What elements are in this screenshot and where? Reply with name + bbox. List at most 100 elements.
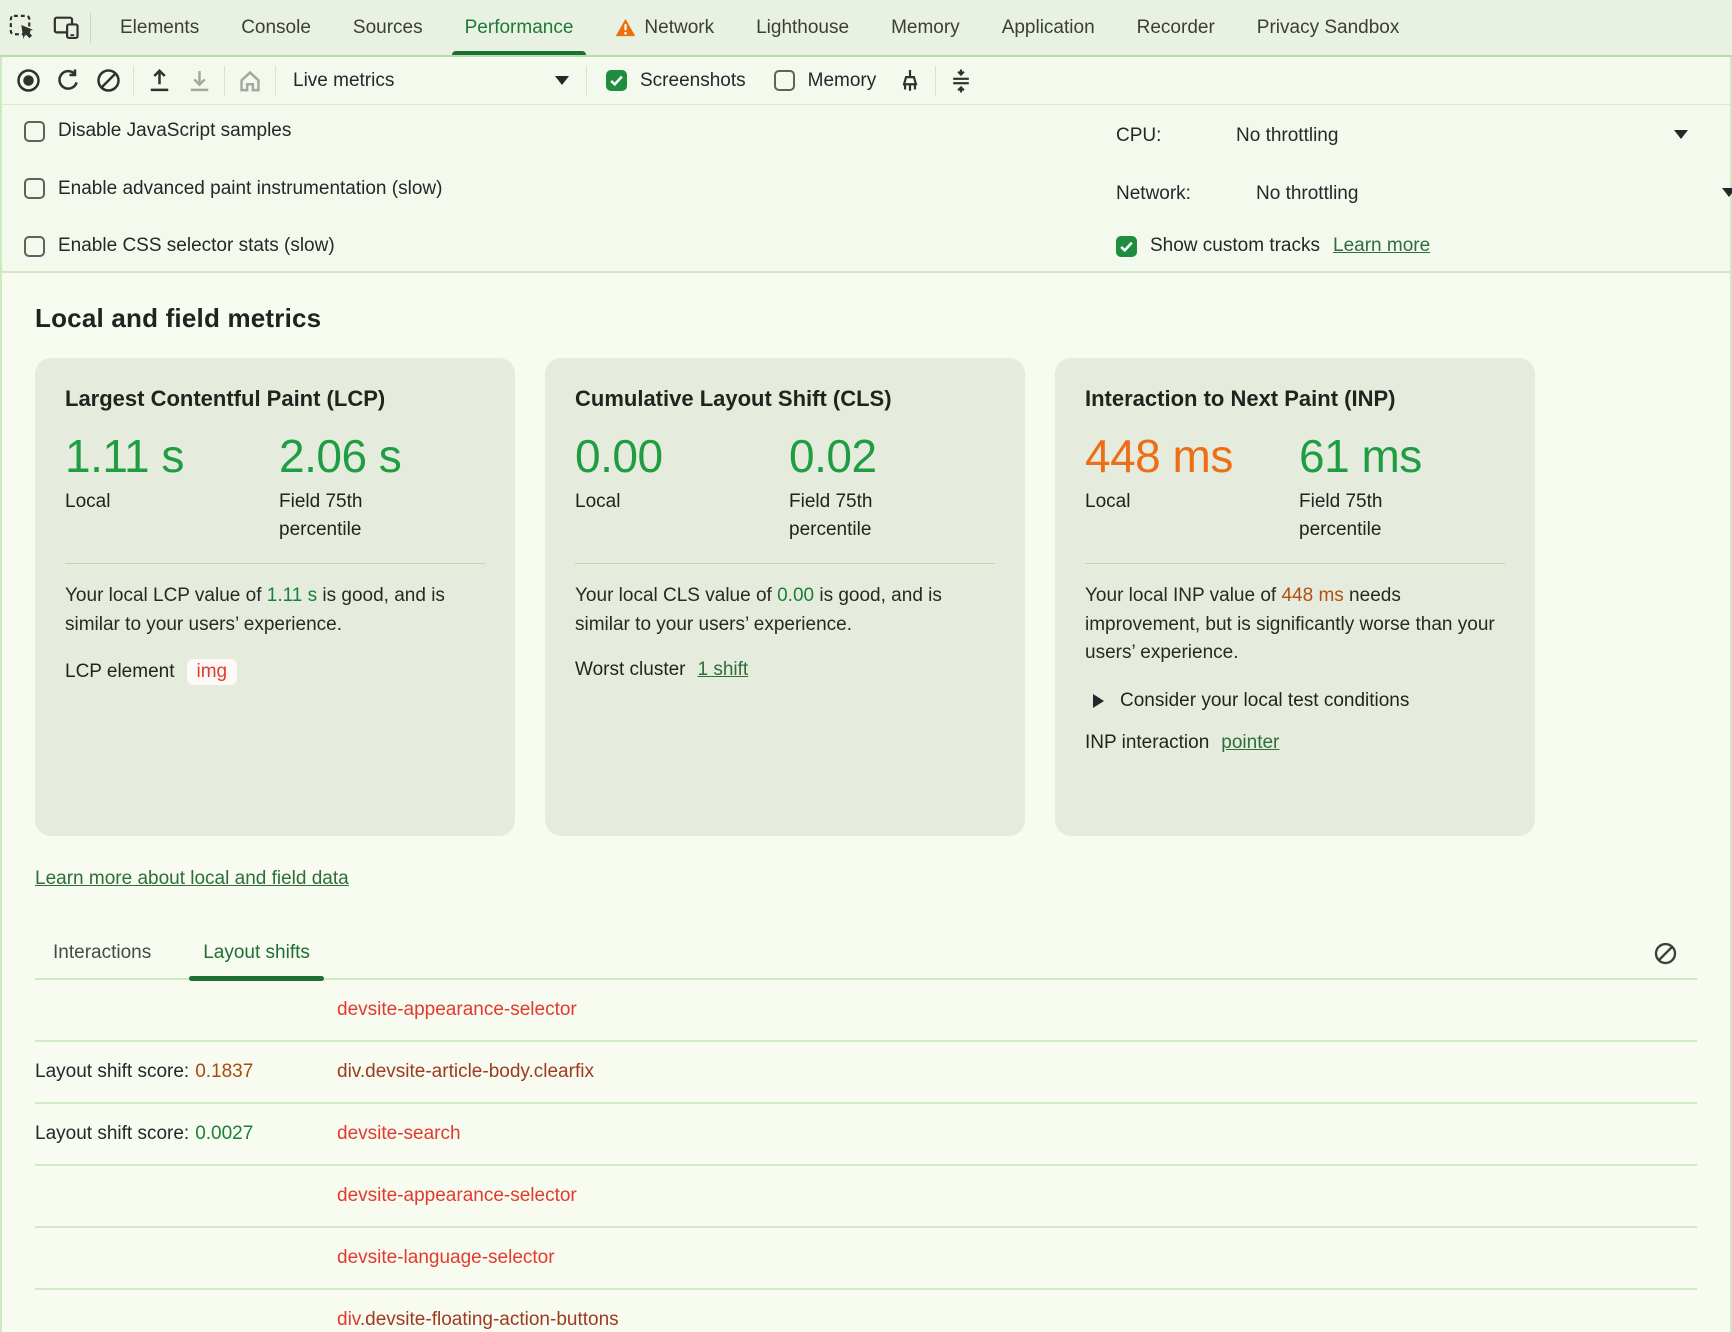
lcp-card: Largest Contentful Paint (LCP) 1.11 s Lo…	[35, 358, 515, 836]
checkbox-checked-icon	[606, 70, 627, 91]
inspect-element-icon[interactable]	[0, 6, 44, 50]
toolbar-separator	[224, 66, 225, 96]
network-throttling-select[interactable]: Network: No throttling	[1116, 178, 1730, 210]
card-divider	[1085, 563, 1505, 564]
tab-application[interactable]: Application	[981, 0, 1116, 56]
node-link[interactable]: devsite-language-selector	[337, 1247, 555, 1268]
show-custom-tracks-checkbox[interactable]	[1116, 236, 1137, 257]
inp-field-block: 61 ms Field 75th percentile	[1299, 432, 1505, 543]
screenshots-checkbox[interactable]: Screenshots	[606, 70, 746, 92]
log-tabstrip: Interactions Layout shifts	[35, 928, 1697, 980]
save-profile-icon[interactable]	[179, 61, 219, 101]
disable-js-samples-checkbox[interactable]: Disable JavaScript samples	[24, 120, 442, 142]
checkbox-unchecked-icon	[24, 178, 45, 199]
layout-shift-row: devsite-language-selector	[35, 1228, 1697, 1290]
chevron-down-icon	[1722, 188, 1732, 197]
devtools-performance-panel: Elements Console Sources Performance Net…	[0, 0, 1732, 1332]
device-toolbar-icon[interactable]	[44, 6, 88, 50]
card-divider	[65, 563, 485, 564]
cls-card-title: Cumulative Layout Shift (CLS)	[575, 386, 995, 412]
css-selector-stats-checkbox[interactable]: Enable CSS selector stats (slow)	[24, 235, 442, 257]
node-link[interactable]: div.devsite-article-body.clearfix	[337, 1061, 594, 1082]
tab-performance[interactable]: Performance	[444, 0, 595, 56]
advanced-paint-instrumentation-checkbox[interactable]: Enable advanced paint instrumentation (s…	[24, 178, 442, 200]
tab-interactions[interactable]: Interactions	[39, 927, 165, 979]
toolbar-separator	[935, 66, 936, 96]
tab-recorder[interactable]: Recorder	[1116, 0, 1236, 56]
devtools-tabbar: Elements Console Sources Performance Net…	[0, 0, 1732, 57]
node-link[interactable]: devsite-search	[337, 1123, 461, 1144]
lcp-description: Your local LCP value of 1.11 s is good, …	[65, 582, 485, 639]
layout-shift-row: div.devsite-floating-action-buttons	[35, 1290, 1697, 1332]
inp-description: Your local INP value of 448 ms needs imp…	[1085, 582, 1505, 668]
shift-score: 0.1837	[195, 1061, 253, 1082]
cls-description: Your local CLS value of 0.00 is good, an…	[575, 582, 995, 639]
layout-shift-row: devsite-appearance-selector	[35, 1166, 1697, 1228]
learn-more-link[interactable]: Learn more	[1333, 235, 1430, 257]
worst-cluster-link[interactable]: 1 shift	[698, 659, 749, 681]
clear-log-icon[interactable]	[1645, 933, 1685, 973]
toolbar-separator	[133, 66, 134, 96]
live-metrics-view: Local and field metrics Largest Contentf…	[2, 273, 1730, 1332]
capture-settings: Disable JavaScript samples Enable advanc…	[2, 105, 1730, 273]
local-test-conditions-disclosure[interactable]: Consider your local test conditions	[1085, 690, 1505, 712]
lcp-field-block: 2.06 s Field 75th percentile	[279, 432, 485, 543]
inp-local-block: 448 ms Local	[1085, 432, 1275, 543]
record-button[interactable]	[8, 61, 48, 101]
tab-console[interactable]: Console	[220, 0, 332, 56]
tab-sources[interactable]: Sources	[332, 0, 444, 56]
inp-card-title: Interaction to Next Paint (INP)	[1085, 386, 1505, 412]
checkbox-unchecked-icon	[24, 121, 45, 142]
load-profile-icon[interactable]	[139, 61, 179, 101]
collapse-panel-icon[interactable]	[941, 61, 981, 101]
layout-shift-row: Layout shift score:0.1837 div.devsite-ar…	[35, 1042, 1697, 1104]
warning-icon	[615, 18, 636, 37]
inp-card: Interaction to Next Paint (INP) 448 ms L…	[1055, 358, 1535, 836]
tab-privacy-sandbox[interactable]: Privacy Sandbox	[1236, 0, 1421, 56]
cls-local-block: 0.00 Local	[575, 432, 765, 543]
shift-score: 0.0027	[195, 1123, 253, 1144]
home-icon[interactable]	[230, 61, 270, 101]
chevron-down-icon	[1674, 130, 1688, 139]
lcp-card-title: Largest Contentful Paint (LCP)	[65, 386, 485, 412]
cls-field-value: 0.02	[789, 432, 995, 480]
tab-layout-shifts[interactable]: Layout shifts	[189, 927, 324, 979]
inp-field-value: 61 ms	[1299, 432, 1505, 480]
cls-field-block: 0.02 Field 75th percentile	[789, 432, 995, 543]
lcp-local-value: 1.11 s	[65, 432, 255, 480]
checkbox-unchecked-icon	[24, 236, 45, 257]
cpu-throttling-select[interactable]: CPU: No throttling	[1116, 120, 1730, 152]
tab-network[interactable]: Network	[594, 0, 735, 56]
metric-cards: Largest Contentful Paint (LCP) 1.11 s Lo…	[35, 358, 1535, 836]
record-and-reload-button[interactable]	[48, 61, 88, 101]
layout-shift-row: Layout shift score:0.0027 devsite-search	[35, 1104, 1697, 1166]
expand-triangle-icon	[1093, 694, 1104, 708]
history-dropdown[interactable]: Live metrics	[281, 61, 581, 101]
clear-button[interactable]	[88, 61, 128, 101]
cls-local-value: 0.00	[575, 432, 765, 480]
node-link[interactable]: div.devsite-floating-action-buttons	[337, 1309, 619, 1330]
collect-garbage-icon[interactable]	[890, 61, 930, 101]
layout-shift-log: devsite-appearance-selector Layout shift…	[35, 980, 1697, 1332]
checkbox-unchecked-icon	[774, 70, 795, 91]
lcp-element-node-chip[interactable]: img	[187, 659, 238, 685]
chevron-down-icon	[555, 76, 569, 85]
inp-local-value: 448 ms	[1085, 432, 1275, 480]
tab-memory[interactable]: Memory	[870, 0, 981, 56]
performance-toolbar: Live metrics Screenshots Memory	[2, 57, 1730, 105]
lcp-local-block: 1.11 s Local	[65, 432, 255, 543]
inp-interaction-link[interactable]: pointer	[1221, 732, 1279, 754]
toolbar-separator	[586, 66, 587, 96]
layout-shift-row: devsite-appearance-selector	[35, 980, 1697, 1042]
memory-checkbox[interactable]: Memory	[774, 70, 877, 92]
tabbar-separator	[90, 13, 91, 43]
node-link[interactable]: devsite-appearance-selector	[337, 1185, 577, 1206]
learn-more-field-data-link[interactable]: Learn more about local and field data	[35, 868, 349, 890]
metrics-heading: Local and field metrics	[35, 303, 1697, 334]
node-link[interactable]: devsite-appearance-selector	[337, 999, 577, 1020]
tab-lighthouse[interactable]: Lighthouse	[735, 0, 870, 56]
lcp-field-value: 2.06 s	[279, 432, 485, 480]
cls-card: Cumulative Layout Shift (CLS) 0.00 Local…	[545, 358, 1025, 836]
toolbar-separator	[275, 66, 276, 96]
tab-elements[interactable]: Elements	[99, 0, 220, 56]
